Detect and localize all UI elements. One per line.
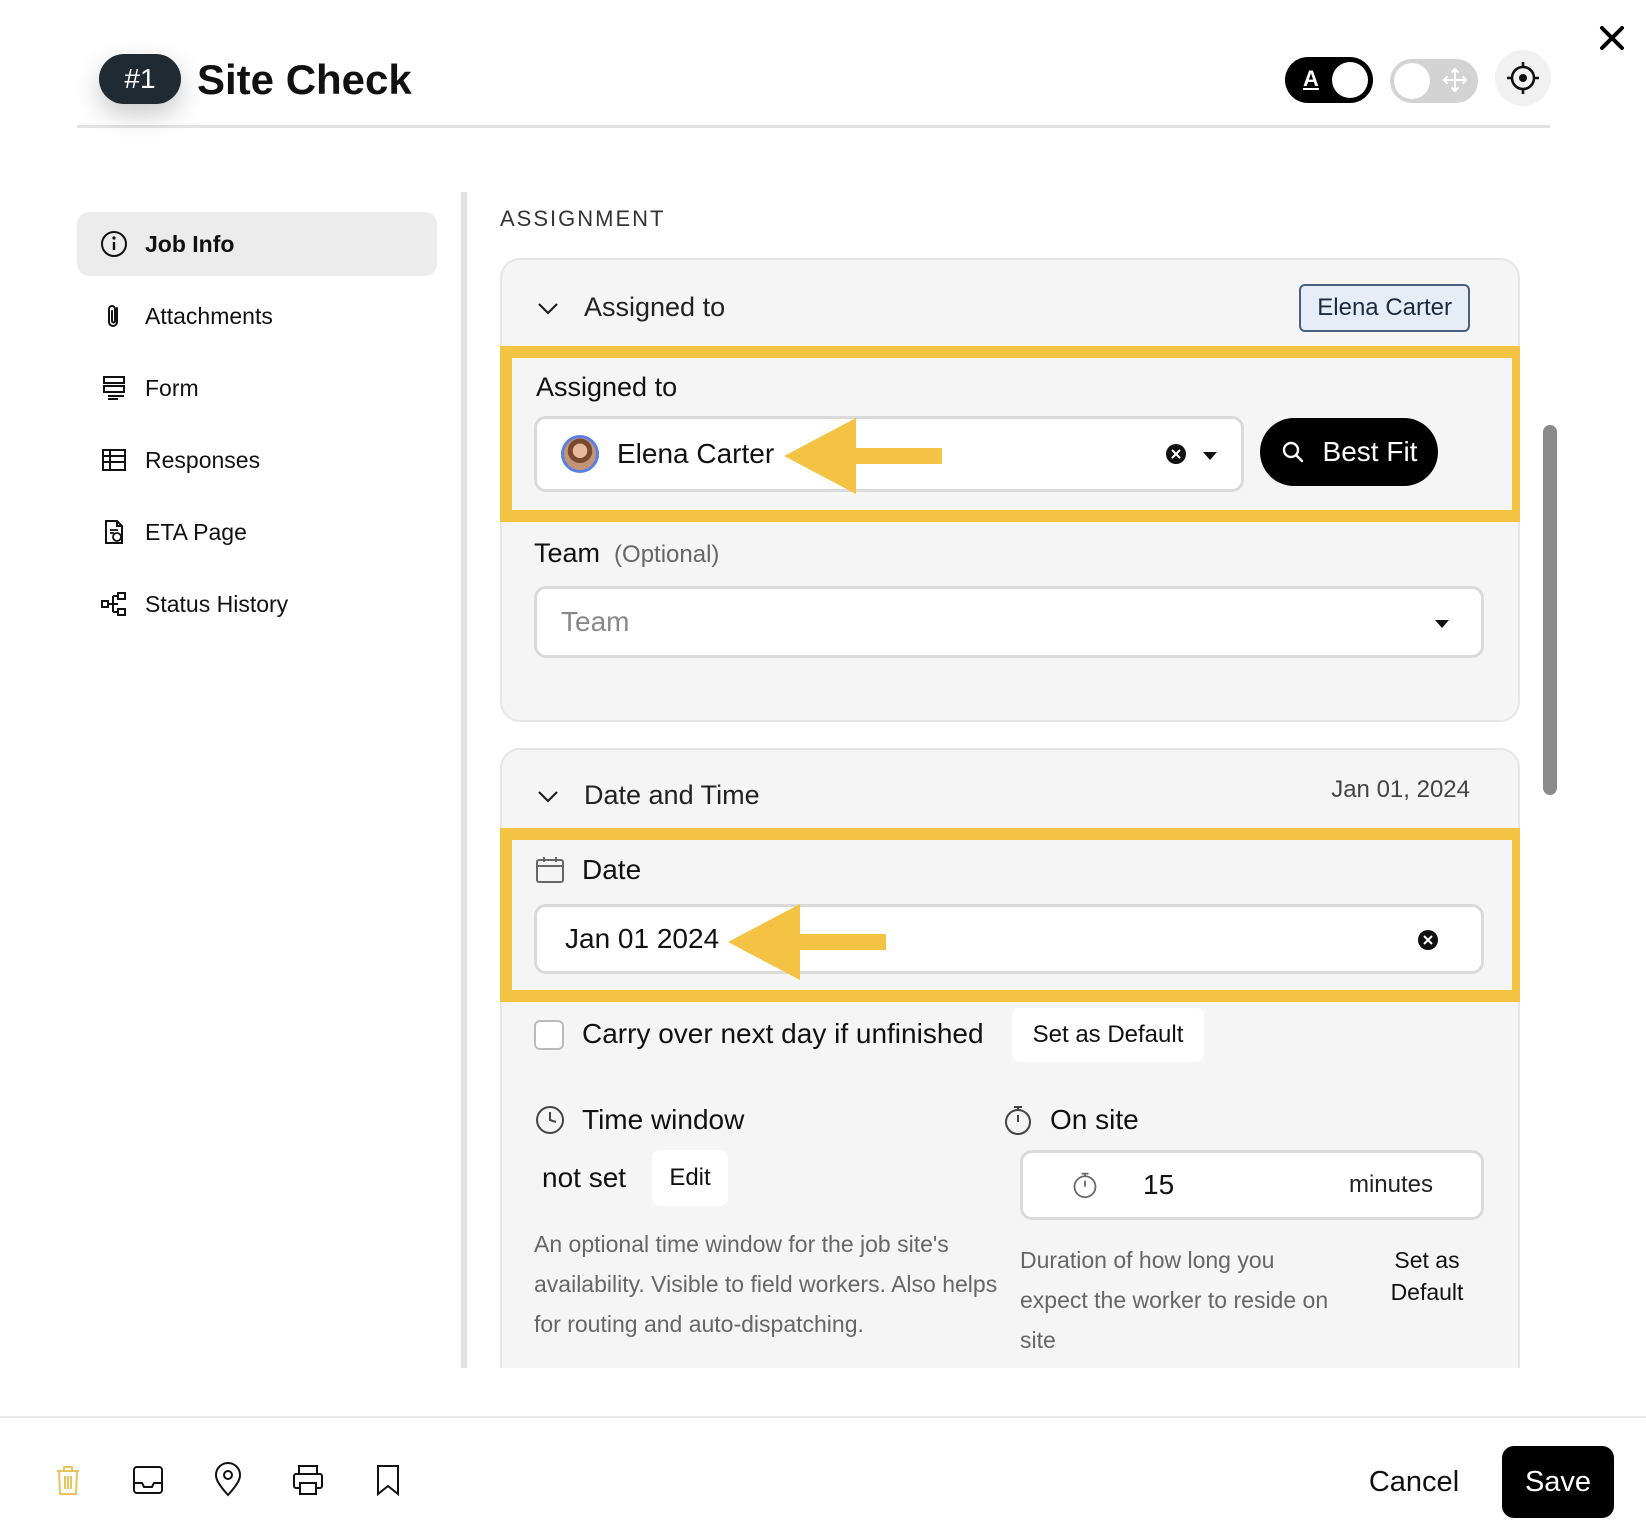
stopwatch-icon <box>1073 1172 1097 1199</box>
stopwatch-icon <box>1005 1106 1031 1135</box>
carry-over-checkbox[interactable] <box>534 1020 564 1050</box>
clear-icon[interactable] <box>1417 929 1439 951</box>
assigned-to-card: Assigned to Elena Carter Assigned to Ele… <box>500 258 1520 722</box>
job-number-badge: #1 <box>99 54 181 104</box>
sidebar-item-label: Attachments <box>145 302 273 329</box>
cancel-button[interactable]: Cancel <box>1354 1454 1474 1510</box>
map-pin-icon[interactable] <box>210 1462 246 1498</box>
on-site-label: On site <box>1050 1104 1139 1135</box>
section-label: ASSIGNMENT <box>500 206 666 231</box>
assigned-to-header[interactable]: Assigned to <box>536 292 725 323</box>
assignee-value: Elena Carter <box>617 438 775 469</box>
highlight-box: Assigned to Elena Carter Best Fit <box>500 346 1520 522</box>
search-icon <box>1282 441 1303 463</box>
time-window-label: Time window <box>582 1104 745 1135</box>
on-site-duration-input[interactable]: 15 minutes <box>1020 1150 1484 1220</box>
sidebar-item-responses[interactable]: Responses <box>77 428 437 492</box>
form-icon <box>99 373 129 403</box>
avatar <box>561 435 599 473</box>
team-placeholder: Team <box>561 606 630 637</box>
sidebar-item-form[interactable]: Form <box>77 356 437 420</box>
sidebar-item-label: Form <box>145 374 199 401</box>
team-label-text: Team <box>534 538 601 568</box>
info-icon <box>99 229 129 259</box>
on-site-set-default-button[interactable]: Set as Default <box>1372 1244 1482 1308</box>
inbox-icon[interactable] <box>130 1462 166 1498</box>
time-window-value: not set <box>542 1162 627 1193</box>
clock-icon <box>536 1106 564 1134</box>
on-site-description: Duration of how long you expect the work… <box>1020 1247 1329 1353</box>
trash-icon[interactable] <box>50 1462 86 1498</box>
assignee-summary-badge: Elena Carter <box>1299 284 1470 332</box>
date-time-card: Date and Time Jan 01, 2024 Date Jan 01 2… <box>500 748 1520 1368</box>
chevron-down-icon <box>538 790 558 803</box>
card-heading: Assigned to <box>584 292 726 322</box>
table-icon <box>99 445 129 475</box>
optional-hint: (Optional) <box>614 541 720 568</box>
card-heading: Date and Time <box>584 780 760 810</box>
locate-button[interactable] <box>1495 50 1551 106</box>
page-title: Site Check <box>197 56 412 103</box>
hierarchy-icon <box>99 589 129 619</box>
set-as-default-button[interactable]: Set as Default <box>1012 1008 1204 1062</box>
date-summary: Jan 01, 2024 <box>1331 776 1470 803</box>
modal-footer: Cancel Save <box>0 1416 1646 1528</box>
sidebar-nav: Job Info Attachments Form Responses ETA … <box>77 212 437 644</box>
arrow-pointer-icon <box>728 904 886 980</box>
time-window-heading: Time window <box>534 1104 744 1136</box>
job-info-content: ASSIGNMENT Assigned to Elena Carter Assi… <box>500 192 1520 1368</box>
vertical-divider <box>461 192 467 1368</box>
bookmark-icon[interactable] <box>370 1462 406 1498</box>
sidebar-item-job-info[interactable]: Job Info <box>77 212 437 276</box>
edit-time-window-button[interactable]: Edit <box>652 1150 728 1206</box>
clear-icon[interactable] <box>1165 443 1187 465</box>
crosshair-icon <box>1507 62 1539 94</box>
move-mode-toggle[interactable] <box>1390 59 1478 103</box>
carry-over-label: Carry over next day if unfinished <box>582 1018 984 1049</box>
sidebar-item-eta-page[interactable]: ETA Page <box>77 500 437 564</box>
move-icon <box>1443 68 1467 92</box>
time-window-description: An optional time window for the job site… <box>534 1231 998 1337</box>
best-fit-button[interactable]: Best Fit <box>1260 418 1438 486</box>
sidebar-item-label: ETA Page <box>145 518 247 545</box>
best-fit-label: Best Fit <box>1322 436 1418 467</box>
toggle-knob <box>1394 63 1430 99</box>
sidebar-item-label: Status History <box>145 590 289 617</box>
save-button[interactable]: Save <box>1502 1446 1614 1518</box>
printer-icon[interactable] <box>290 1462 326 1498</box>
text-format-icon: A <box>1303 66 1319 91</box>
on-site-value: 15 <box>1143 1169 1175 1200</box>
sidebar-item-status-history[interactable]: Status History <box>77 572 437 636</box>
modal-header: #1 Site Check A <box>77 40 1551 128</box>
close-icon[interactable] <box>1592 18 1632 58</box>
scrollbar[interactable] <box>1543 425 1557 795</box>
on-site-unit: minutes <box>1348 1171 1433 1198</box>
paperclip-icon <box>99 301 129 331</box>
sidebar-item-attachments[interactable]: Attachments <box>77 284 437 348</box>
document-icon <box>99 517 129 547</box>
date-input[interactable]: Jan 01 2024 <box>534 904 1484 974</box>
sidebar-item-label: Job Info <box>145 230 235 257</box>
on-site-heading: On site <box>1002 1104 1139 1136</box>
text-mode-toggle[interactable]: A <box>1285 57 1373 103</box>
calendar-icon <box>536 857 564 883</box>
date-value: Jan 01 2024 <box>565 923 720 954</box>
arrow-pointer-icon <box>784 418 942 494</box>
team-label: Team (Optional) <box>534 538 719 569</box>
date-time-header[interactable]: Date and Time <box>536 780 760 811</box>
caret-down-icon[interactable] <box>1433 618 1451 630</box>
toggle-knob <box>1332 62 1368 98</box>
date-label: Date <box>534 854 641 886</box>
caret-down-icon[interactable] <box>1201 450 1219 462</box>
field-label: Assigned to <box>536 372 678 402</box>
team-select[interactable]: Team <box>534 586 1484 658</box>
date-label-text: Date <box>582 854 642 885</box>
sidebar-item-label: Responses <box>145 446 261 473</box>
highlight-box: Date Jan 01 2024 <box>500 828 1520 1002</box>
chevron-down-icon <box>538 302 558 315</box>
